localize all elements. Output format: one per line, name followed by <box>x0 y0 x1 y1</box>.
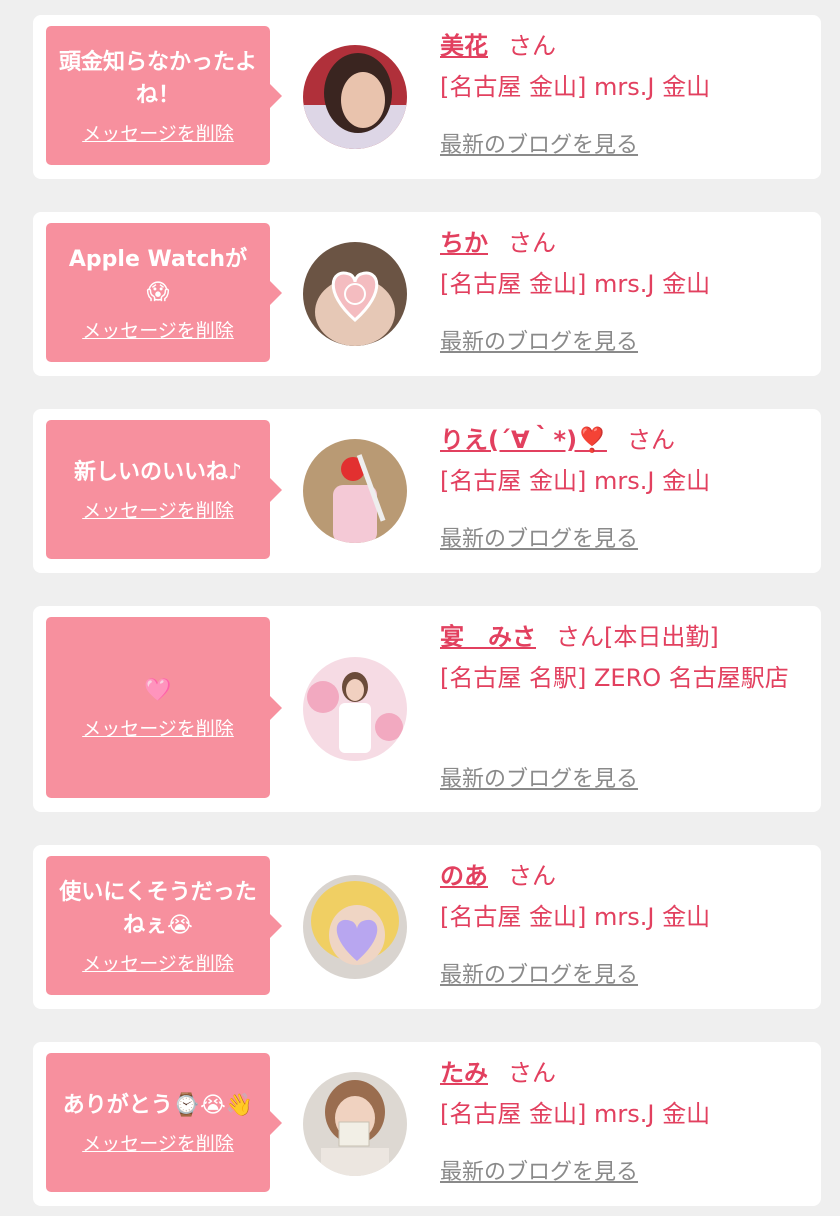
delete-message-link[interactable]: メッセージを削除 <box>82 717 234 741</box>
latest-blog-link[interactable]: 最新のブログを見る <box>440 1158 638 1188</box>
shop-label: [名古屋 金山] mrs.J 金山 <box>440 1100 711 1128</box>
delete-message-link[interactable]: メッセージを削除 <box>82 952 234 976</box>
girl-name-link[interactable]: 宴 みさ <box>440 623 536 651</box>
girl-name-link[interactable]: りえ(´∀｀*)❣️ <box>440 426 607 454</box>
girl-name-link[interactable]: たみ <box>440 1059 488 1087</box>
message-text: 新しいのいいね♪ <box>73 460 243 485</box>
avatar[interactable] <box>303 1072 407 1176</box>
message-text: ありがとう⌚️😭👋 <box>62 1093 254 1118</box>
shop-label: [名古屋 金山] mrs.J 金山 <box>440 903 711 931</box>
avatar[interactable] <box>303 439 407 543</box>
girl-info: ちか さん [名古屋 金山] mrs.J 金山 <box>440 226 800 304</box>
girl-info: のあ さん [名古屋 金山] mrs.J 金山 <box>440 859 800 937</box>
message-card: ありがとう⌚️😭👋 メッセージを削除 たみ さん [名古屋 金山] mrs.J 金… <box>33 1042 821 1206</box>
latest-blog-link[interactable]: 最新のブログを見る <box>440 961 638 991</box>
name-suffix: さん <box>508 32 556 60</box>
name-suffix: さん <box>508 1059 556 1087</box>
name-suffix: さん <box>626 426 675 454</box>
avatar[interactable] <box>303 242 407 346</box>
delete-message-link[interactable]: メッセージを削除 <box>82 1132 234 1156</box>
message-bubble: 新しいのいいね♪ メッセージを削除 <box>46 420 282 559</box>
shop-label: [名古屋 名駅] ZERO 名古屋駅店 <box>440 664 789 692</box>
girl-name-link[interactable]: ちか <box>440 229 488 257</box>
girl-info: りえ(´∀｀*)❣️ さん [名古屋 金山] mrs.J 金山 <box>440 423 800 501</box>
girl-name-link[interactable]: のあ <box>440 862 488 890</box>
girl-info: 美花 さん [名古屋 金山] mrs.J 金山 <box>440 29 800 107</box>
message-text: 使いにくそうだったねぇ😭 <box>59 879 257 938</box>
message-card: Apple Watchが😱 メッセージを削除 ちか さん [名古屋 金山] mrs… <box>33 212 821 376</box>
delete-message-link[interactable]: メッセージを削除 <box>82 122 234 146</box>
latest-blog-link[interactable]: 最新のブログを見る <box>440 131 638 161</box>
girl-info: 宴 みさ さん[本日出勤] [名古屋 名駅] ZERO 名古屋駅店 <box>440 620 800 698</box>
shop-label: [名古屋 金山] mrs.J 金山 <box>440 270 711 298</box>
message-bubble: ありがとう⌚️😭👋 メッセージを削除 <box>46 1053 282 1192</box>
message-bubble: Apple Watchが😱 メッセージを削除 <box>46 223 282 362</box>
message-text: Apple Watchが😱 <box>68 246 248 305</box>
name-suffix: さん[本日出勤] <box>556 623 719 651</box>
latest-blog-link[interactable]: 最新のブログを見る <box>440 525 638 555</box>
message-card: 🩷 メッセージを削除 宴 みさ さん[本日出勤] [名古屋 名駅] ZERO 名古… <box>33 606 821 812</box>
avatar[interactable] <box>303 657 407 761</box>
message-bubble: 🩷 メッセージを削除 <box>46 617 282 798</box>
name-suffix: さん <box>508 862 556 890</box>
latest-blog-link[interactable]: 最新のブログを見る <box>440 328 638 358</box>
message-bubble: 頭金知らなかったよね！ メッセージを削除 <box>46 26 282 165</box>
message-card: 使いにくそうだったねぇ😭 メッセージを削除 のあ さん [名古屋 金山] mrs.… <box>33 845 821 1009</box>
shop-label: [名古屋 金山] mrs.J 金山 <box>440 467 711 495</box>
latest-blog-link[interactable]: 最新のブログを見る <box>440 765 638 795</box>
girl-name-link[interactable]: 美花 <box>440 32 488 60</box>
girl-info: たみ さん [名古屋 金山] mrs.J 金山 <box>440 1056 800 1134</box>
name-suffix: さん <box>508 229 556 257</box>
message-text: 頭金知らなかったよね！ <box>58 49 257 108</box>
avatar[interactable] <box>303 875 407 979</box>
message-card: 頭金知らなかったよね！ メッセージを削除 美花 さん [名古屋 金山] mrs.J… <box>33 15 821 179</box>
avatar[interactable] <box>303 45 407 149</box>
message-card: 新しいのいいね♪ メッセージを削除 りえ(´∀｀*)❣️ さん [名古屋 金山] … <box>33 409 821 573</box>
delete-message-link[interactable]: メッセージを削除 <box>82 319 234 343</box>
message-text: 🩷 <box>144 678 172 703</box>
delete-message-link[interactable]: メッセージを削除 <box>82 499 234 523</box>
shop-label: [名古屋 金山] mrs.J 金山 <box>440 73 711 101</box>
message-bubble: 使いにくそうだったねぇ😭 メッセージを削除 <box>46 856 282 995</box>
